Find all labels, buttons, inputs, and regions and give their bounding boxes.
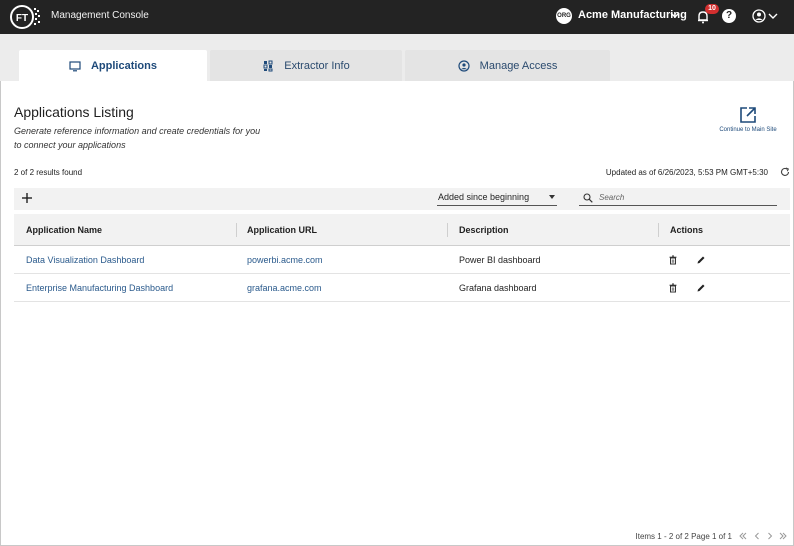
search-box[interactable] <box>579 191 777 206</box>
last-page-icon[interactable] <box>778 531 788 541</box>
edit-icon[interactable] <box>696 255 706 265</box>
column-divider[interactable] <box>447 223 448 237</box>
application-name-link[interactable]: Data Visualization Dashboard <box>26 246 144 274</box>
user-avatar-icon[interactable] <box>752 9 766 23</box>
delete-icon[interactable] <box>668 255 678 265</box>
page-subtitle: Generate reference information and creat… <box>14 126 261 150</box>
add-icon[interactable] <box>20 191 34 205</box>
tab-label: Extractor Info <box>284 59 350 72</box>
column-divider[interactable] <box>236 223 237 237</box>
user-circle-icon <box>458 59 470 72</box>
grid-icon <box>263 60 273 71</box>
column-header-description[interactable]: Description <box>459 214 509 246</box>
refresh-icon[interactable] <box>780 167 790 177</box>
first-page-icon[interactable] <box>738 531 748 541</box>
applications-table: Application Name Application URL Descrip… <box>14 214 790 302</box>
results-count: 2 of 2 results found <box>14 168 83 177</box>
notification-badge: 10 <box>705 4 719 14</box>
search-icon <box>583 193 593 203</box>
column-header-actions: Actions <box>670 225 704 235</box>
tab-extractor-info[interactable]: Extractor Info <box>210 50 402 81</box>
column-header-application-name[interactable]: Application Name <box>26 214 102 246</box>
logo-text: FT <box>16 13 28 24</box>
column-divider[interactable] <box>658 223 659 237</box>
continue-to-main-site-link[interactable]: Continue to Main Site <box>706 127 790 133</box>
filter-value: Added since beginning <box>438 192 530 202</box>
tab-label: Applications <box>90 59 157 72</box>
page-title: Applications Listing <box>14 104 134 120</box>
user-menu-chevron-icon[interactable] <box>768 11 778 21</box>
table-header: Application Name Application URL Descrip… <box>14 214 790 246</box>
application-description: Power BI dashboard <box>459 255 541 265</box>
tab-label: Manage Access <box>479 59 558 72</box>
next-page-icon[interactable] <box>765 531 775 541</box>
organization-icon: ORG <box>556 8 572 24</box>
top-bar: FT Management Console ORG Acme Manufactu… <box>0 0 794 34</box>
pagination-info: Items 1 - 2 of 2 Page 1 of 1 <box>635 532 733 541</box>
tab-manage-access[interactable]: Manage Access <box>405 50 610 81</box>
table-toolbar: Added since beginning <box>14 188 790 210</box>
application-description: Grafana dashboard <box>459 283 537 293</box>
company-logo[interactable]: FT <box>9 4 43 30</box>
edit-icon[interactable] <box>696 283 706 293</box>
delete-icon[interactable] <box>668 283 678 293</box>
date-filter-select[interactable]: Added since beginning <box>437 191 557 206</box>
column-header-application-url[interactable]: Application URL <box>247 214 317 246</box>
chevron-down-icon[interactable] <box>670 10 680 20</box>
table-row: Enterprise Manufacturing Dashboard grafa… <box>14 274 790 302</box>
tab-applications[interactable]: Applications <box>19 50 207 81</box>
help-icon[interactable]: ? <box>722 9 736 23</box>
application-url-link[interactable]: powerbi.acme.com <box>247 246 323 274</box>
table-row: Data Visualization Dashboard powerbi.acm… <box>14 246 790 274</box>
application-url-link[interactable]: grafana.acme.com <box>247 274 322 302</box>
monitor-icon <box>69 60 81 71</box>
search-input[interactable] <box>599 191 769 204</box>
app-title: Management Console <box>51 10 149 21</box>
previous-page-icon[interactable] <box>752 531 762 541</box>
application-name-link[interactable]: Enterprise Manufacturing Dashboard <box>26 274 173 302</box>
tab-strip: Applications Extractor Info Manage Acces… <box>0 34 794 81</box>
caret-down-icon <box>549 195 555 199</box>
external-link-icon[interactable] <box>739 106 757 124</box>
updated-timestamp: Updated as of 6/26/2023, 5:53 PM GMT+5:3… <box>605 168 768 177</box>
